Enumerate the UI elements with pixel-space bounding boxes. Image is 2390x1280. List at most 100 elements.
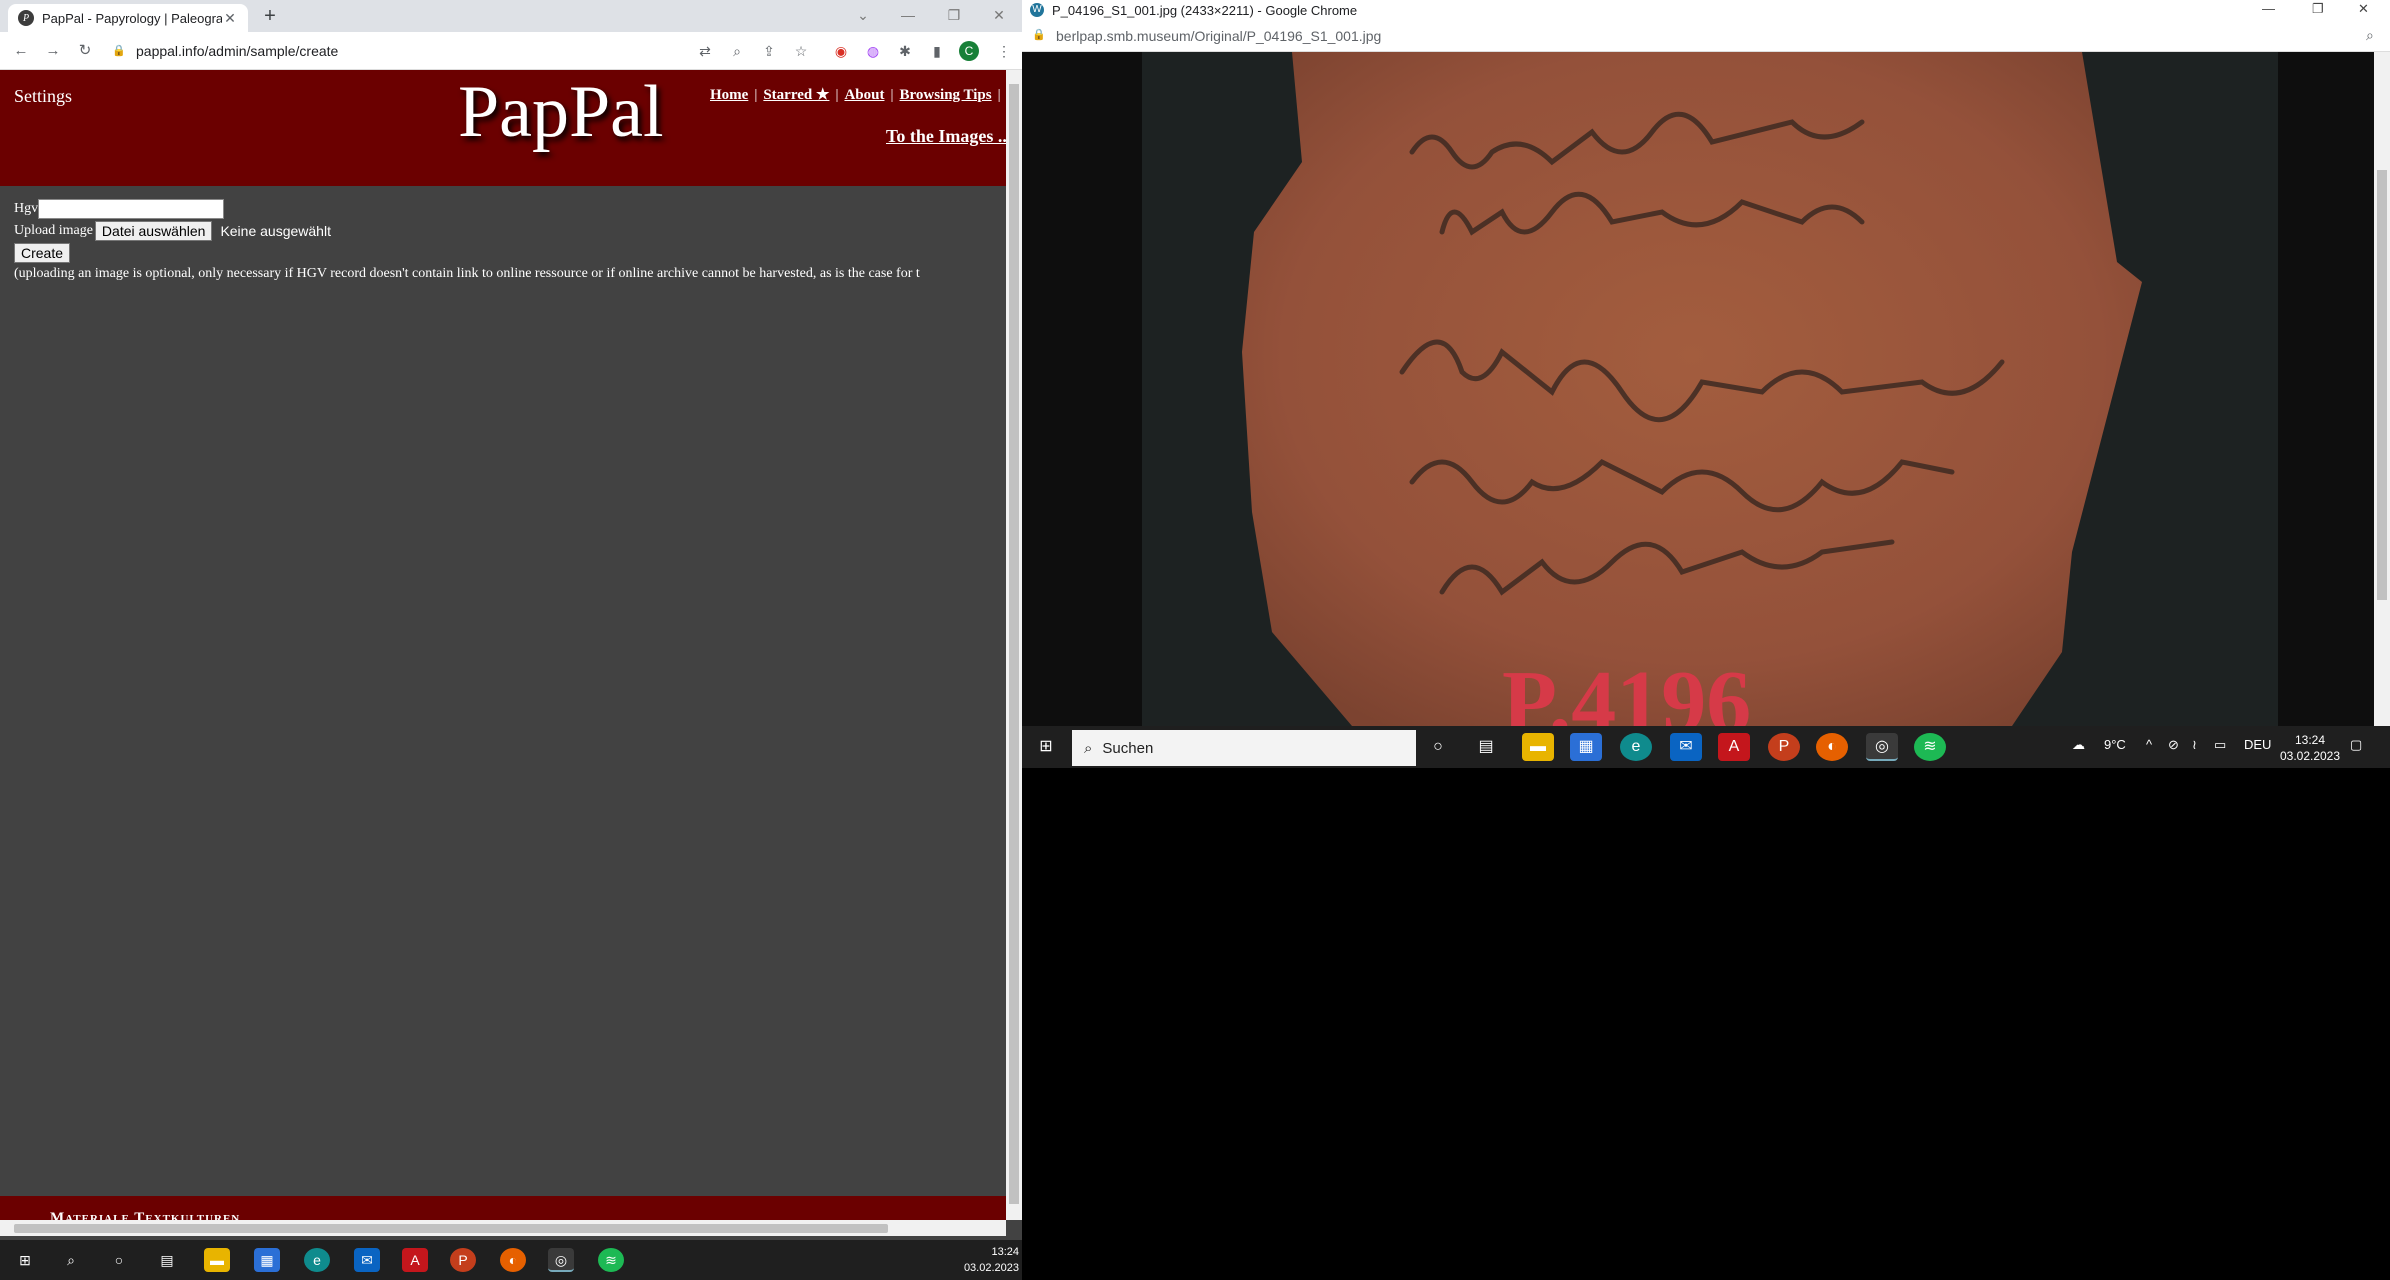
mail-icon[interactable]: ✉ [354,1248,380,1272]
nav-starred[interactable]: Starred ★ [763,87,829,103]
pappal-favicon-icon: P [18,10,34,26]
powerpoint-icon[interactable]: P [1768,733,1800,761]
window-close-icon[interactable]: ✕ [2358,1,2369,17]
search-placeholder: Suchen [1102,739,1154,757]
nav-browsing-tips[interactable]: Browsing Tips [899,87,991,103]
tray-network-off-icon[interactable]: ⊘ [2168,737,2179,753]
sherd-inventory-label: P.4196 [1502,653,1751,726]
tray-language[interactable]: DEU [2244,737,2271,752]
extension-1-icon[interactable]: ◉ [831,42,851,60]
mail-icon[interactable]: ✉ [1670,733,1702,761]
search-icon[interactable]: ⌕ [58,1248,84,1272]
create-sample-form: Hgv Upload image Datei auswählen Keine a… [14,198,331,264]
new-tab-icon[interactable]: + [258,4,282,28]
window-close-icon[interactable]: ✕ [976,0,1022,32]
nav-separator: | [997,87,1001,103]
file-explorer-icon[interactable]: ▬ [1522,733,1554,761]
powerpoint-icon[interactable]: P [450,1248,476,1272]
restore-icon[interactable]: ❐ [2312,1,2324,17]
task-view-icon[interactable]: ▤ [1470,733,1502,761]
cortana-icon[interactable]: ○ [1422,733,1454,761]
tab-title: PapPal - Papyrology | Paleograph [42,10,222,26]
no-file-text: Keine ausgewählt [220,223,331,239]
menu-kebab-icon[interactable]: ⋮ [994,42,1014,60]
taskbar-search-box[interactable]: ⌕ Suchen [1072,730,1416,766]
minimize-icon[interactable]: — [2262,1,2275,16]
profile-avatar[interactable]: C [959,41,979,61]
acrobat-icon[interactable]: A [1718,733,1750,761]
store-icon[interactable]: ▦ [254,1248,280,1272]
reload-icon[interactable]: ↻ [74,40,96,62]
minimize-icon[interactable]: — [885,0,931,32]
tray-chevron-icon[interactable]: ^ [2146,737,2152,752]
vertical-scroll-thumb[interactable] [1009,84,1019,1204]
task-view-icon[interactable]: ▤ [154,1248,180,1272]
nav-home[interactable]: Home [710,87,748,103]
file-explorer-icon[interactable]: ▬ [204,1248,230,1272]
spotify-icon[interactable]: ≋ [1914,733,1946,761]
site-logo[interactable]: PapPal [458,70,664,155]
edge-icon[interactable]: e [304,1248,330,1272]
upload-hint: (uploading an image is optional, only ne… [14,266,920,281]
share-icon[interactable]: ⇪ [759,42,779,60]
firefox-icon[interactable]: ◐ [500,1248,526,1272]
hgv-label: Hgv [14,201,39,216]
weather-temp[interactable]: 9°C [2104,737,2126,752]
firefox-icon[interactable]: ◐ [1816,733,1848,761]
zoom-icon[interactable]: ⌕ [727,42,747,60]
vertical-scroll-thumb[interactable] [2377,170,2387,600]
window-title: P_04196_S1_001.jpg (2433×2211) - Google … [1052,3,1358,18]
spotify-icon[interactable]: ≋ [598,1248,624,1272]
pappal-browser-window: P PapPal - Papyrology | Paleograph ✕ + ⌄… [0,0,1022,1280]
bookmark-star-icon[interactable]: ☆ [791,42,811,60]
edge-icon[interactable]: e [1620,733,1652,761]
search-icon: ⌕ [1084,739,1093,757]
translate-icon[interactable]: ⇄ [695,42,715,60]
clock-date: 03.02.2023 [2279,749,2341,763]
address-bar[interactable]: 🔒 pappal.info/admin/sample/create [112,37,712,65]
hgv-input[interactable] [38,199,225,219]
tray-wifi-icon[interactable]: ≀ [2192,737,2197,753]
lock-icon: 🔒 [1032,29,1046,41]
taskbar-clock-right[interactable]: 13:24 03.02.2023 [2278,732,2342,764]
weather-cloud-icon[interactable]: ☁ [2072,737,2085,753]
clock-time: 13:24 [991,1246,1019,1258]
taskbar-clock-left[interactable]: 13:24 03.02.2023 [955,1244,1019,1276]
cortana-icon[interactable]: ○ [106,1248,132,1272]
extension-2-icon[interactable]: ◍ [863,42,883,60]
tab-search-icon[interactable]: ⌄ [840,0,886,32]
upload-label: Upload image [14,223,93,238]
side-panel-icon[interactable]: ▮ [927,42,947,60]
lock-icon: 🔒 [112,45,126,57]
notification-icon[interactable]: ▢ [2350,737,2362,753]
wordpress-icon: W [1030,3,1044,17]
tab-pappal[interactable]: P PapPal - Papyrology | Paleograph ✕ [8,4,248,32]
forward-icon[interactable]: → [42,40,64,62]
windows-start-icon[interactable]: ⊞ [12,1248,38,1272]
acrobat-icon[interactable]: A [402,1248,428,1272]
nav-about[interactable]: About [844,87,884,103]
restore-icon[interactable]: ❐ [931,0,977,32]
tab-close-icon[interactable]: ✕ [222,10,238,27]
extensions-puzzle-icon[interactable]: ✱ [895,42,915,60]
top-nav: Home|Starred ★|About|Browsing Tips|C [710,85,1017,104]
to-images-link[interactable]: To the Images ... [886,126,1011,147]
url-text: pappal.info/admin/sample/create [136,43,339,59]
chrome-icon[interactable]: ◎ [548,1248,574,1272]
zoom-icon[interactable]: ⌕ [2366,27,2374,44]
settings-link[interactable]: Settings [14,86,72,107]
choose-file-button[interactable]: Datei auswählen [94,221,213,241]
back-icon[interactable]: ← [10,40,32,62]
store-icon[interactable]: ▦ [1570,733,1602,761]
windows-start-icon[interactable]: ⊞ [1030,733,1062,761]
ostracon-image: P.4196 [1142,52,2278,726]
address-bar[interactable]: 🔒 berlpap.smb.museum/Original/P_04196_S1… [1022,22,2390,52]
tray-battery-icon[interactable]: ▭ [2214,737,2226,753]
clock-date: 03.02.2023 [963,1262,1019,1274]
clock-time: 13:24 [2294,733,2326,747]
horizontal-scroll-thumb[interactable] [14,1224,888,1233]
create-button[interactable]: Create [14,243,71,263]
ostracon-photo: P.4196 [1142,52,2278,726]
chrome-icon[interactable]: ◎ [1866,733,1898,761]
nav-separator: | [835,87,839,103]
